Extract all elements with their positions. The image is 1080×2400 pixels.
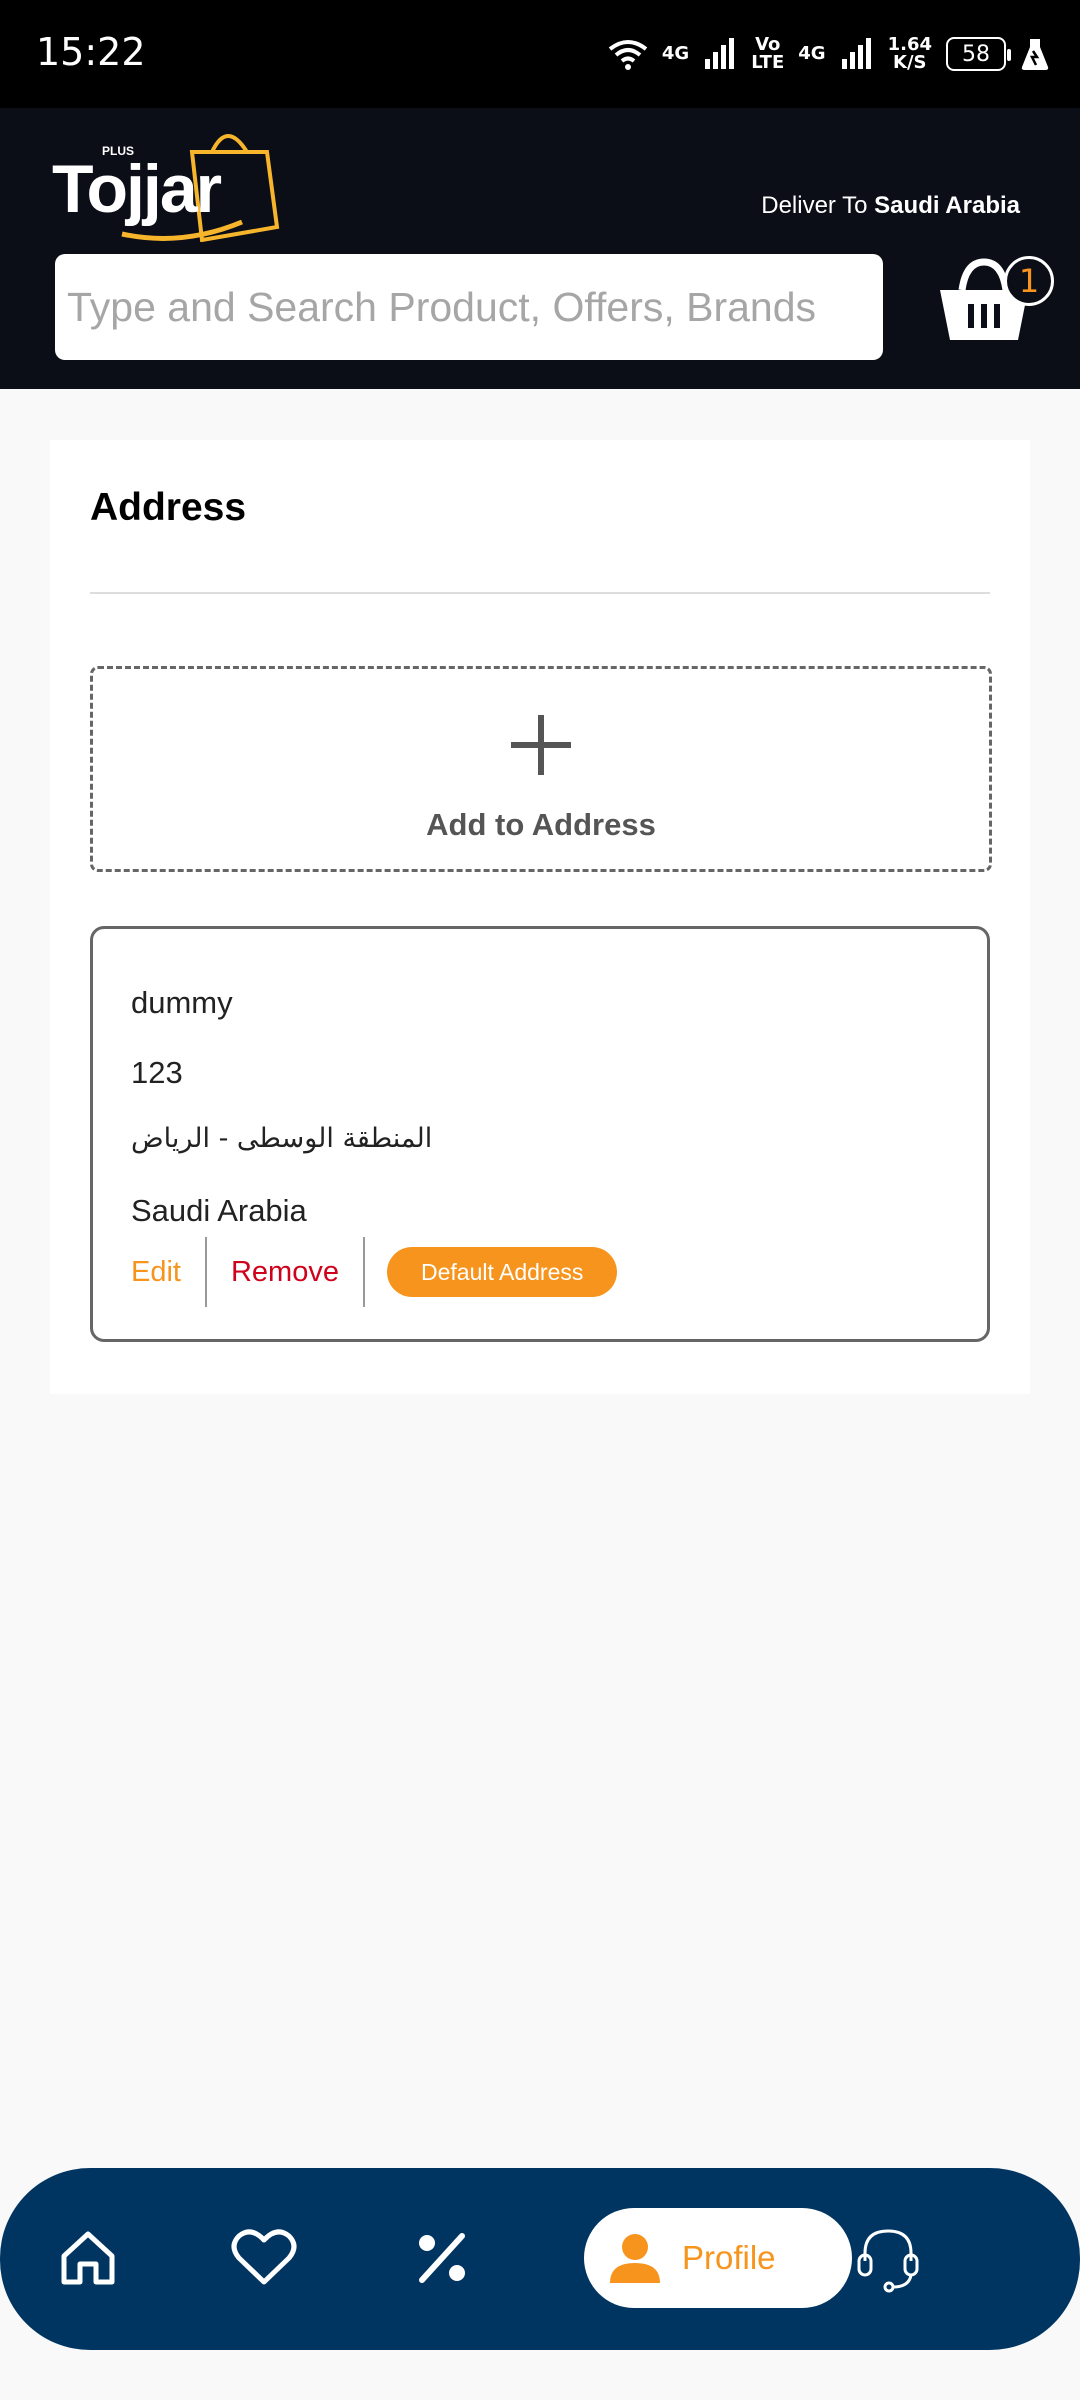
nav-offers[interactable]: [402, 2218, 482, 2298]
add-address-label: Add to Address: [426, 807, 656, 842]
deliver-country: Saudi Arabia: [874, 192, 1020, 219]
battery-level: 58: [962, 41, 990, 67]
battery-icon: 58: [946, 37, 1011, 71]
search-box[interactable]: [55, 254, 883, 360]
deliver-to[interactable]: Deliver To Saudi Arabia: [761, 192, 1020, 220]
signal-icon: [705, 38, 735, 69]
address-entry: dummy 123 المنطقة الوسطى - الرياض Saudi …: [90, 926, 990, 1342]
percent-icon: [419, 2233, 465, 2283]
wifi-icon: [608, 40, 648, 70]
nav-profile-label: Profile: [682, 2239, 776, 2276]
deliver-prefix: Deliver To: [761, 192, 868, 219]
divider: [90, 592, 990, 594]
nav-support[interactable]: [848, 2218, 928, 2298]
tojjar-logo[interactable]: PLUS Tojjar: [52, 122, 282, 242]
nav-profile[interactable]: Profile: [584, 2208, 852, 2308]
address-region: المنطقة الوسطى - الرياض: [131, 1123, 433, 1154]
logo-text: Tojjar: [52, 151, 222, 227]
nav-wishlist[interactable]: [224, 2218, 304, 2298]
bottom-nav: Profile: [0, 2168, 1080, 2350]
cart-button[interactable]: 1: [934, 248, 1054, 348]
nav-home[interactable]: [48, 2218, 128, 2298]
speed-unit: K/S: [893, 52, 927, 73]
address-actions: Edit Remove Default Address: [131, 1237, 618, 1307]
address-number: 123: [131, 1055, 183, 1090]
plus-icon: [511, 715, 571, 775]
signal-icon: [841, 38, 871, 69]
default-address-badge: Default Address: [386, 1247, 618, 1297]
volte-indicator: Vo LTE: [751, 36, 784, 72]
status-time: 15:22: [36, 30, 146, 74]
status-bar: 15:22 4G Vo LTE 4G 1.64 K/S 58: [0, 0, 1080, 108]
headset-icon: [857, 2229, 919, 2293]
address-card: Address Add to Address dummy 123 المنطقة…: [50, 440, 1030, 1394]
user-icon: [610, 2234, 660, 2283]
cart-count-badge: 1: [1004, 256, 1054, 306]
volte-bottom: LTE: [751, 52, 785, 73]
remove-address-button[interactable]: Remove: [207, 1237, 365, 1307]
home-icon: [61, 2231, 115, 2285]
address-country: Saudi Arabia: [131, 1193, 307, 1228]
network-speed: 1.64 K/S: [888, 36, 932, 72]
edit-address-button[interactable]: Edit: [131, 1237, 207, 1307]
network-type-2: 4G: [798, 43, 826, 64]
network-type-1: 4G: [661, 43, 690, 64]
heart-icon: [231, 2229, 297, 2285]
flask-icon: [1021, 39, 1049, 70]
search-input[interactable]: [67, 283, 883, 331]
add-address-button[interactable]: Add to Address: [90, 666, 992, 872]
address-name: dummy: [131, 985, 233, 1020]
app-header: PLUS Tojjar Deliver To Saudi Arabia 1: [0, 108, 1080, 389]
status-icons: 4G Vo LTE 4G 1.64 K/S 58: [608, 28, 1050, 80]
page-title: Address: [90, 486, 247, 529]
